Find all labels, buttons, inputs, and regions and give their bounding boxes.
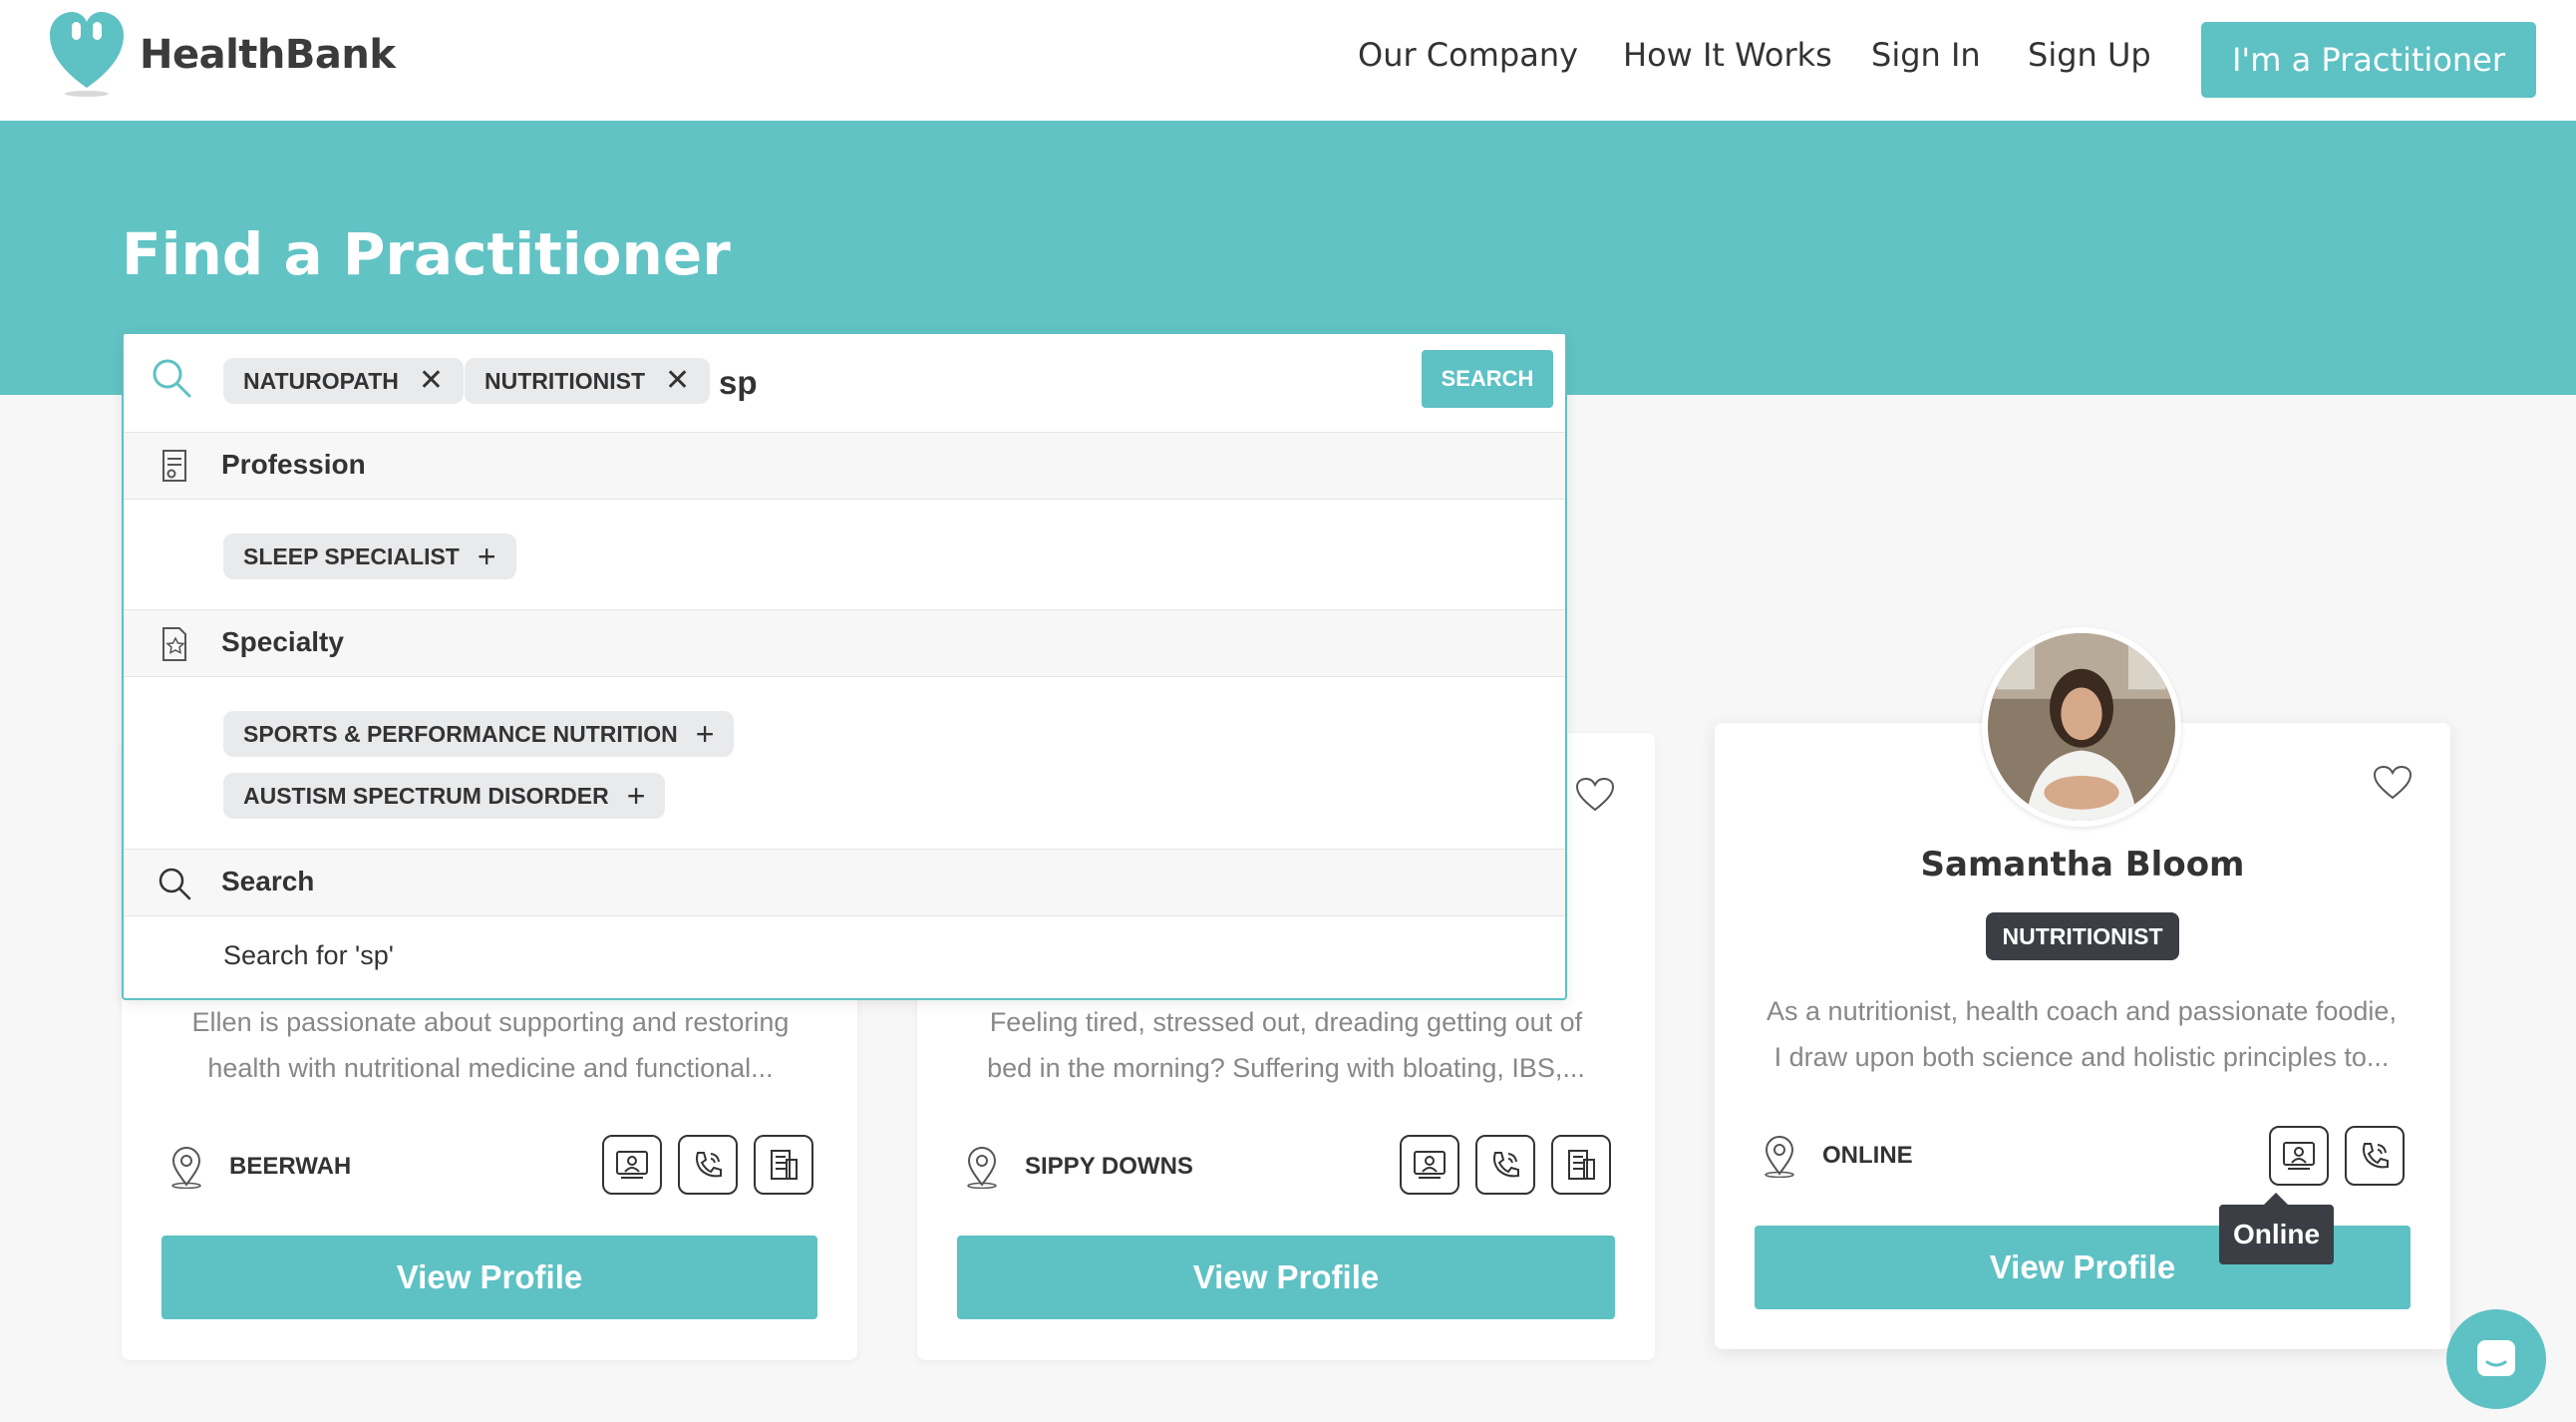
clinic-icon[interactable] (1551, 1135, 1611, 1195)
suggestion-austism-spectrum-disorder[interactable]: AUSTISM SPECTRUM DISORDER + (223, 773, 666, 819)
phone-icon[interactable] (1475, 1135, 1535, 1195)
description-line: As a nutritionist, health coach and pass… (1767, 996, 2397, 1026)
location-label: ONLINE (1822, 1142, 1913, 1169)
top-navigation-bar: HealthBank Our Company How It Works Sign… (0, 0, 2576, 121)
practitioner-location: SIPPY DOWNS (963, 1145, 1193, 1189)
suggestion-sleep-specialist[interactable]: SLEEP SPECIALIST + (223, 533, 516, 579)
description-line: Ellen is passionate about supporting and… (191, 1007, 790, 1037)
practitioner-avatar (1982, 627, 2181, 827)
add-icon: + (477, 538, 496, 574)
section-label: Profession (221, 449, 366, 480)
remove-chip-icon[interactable]: ✕ (665, 366, 690, 396)
suggestion-label: SLEEP SPECIALIST (243, 542, 460, 569)
practitioner-name[interactable]: Samantha Bloom (1715, 845, 2450, 885)
profession-badge: NUTRITIONIST (1986, 912, 2179, 960)
section-header-search: Search (124, 849, 1565, 916)
phone-icon[interactable] (2345, 1126, 2405, 1186)
nav-sign-up[interactable]: Sign Up (2028, 36, 2151, 74)
chat-button[interactable] (2446, 1309, 2546, 1409)
search-input[interactable]: sp (719, 364, 758, 402)
phone-icon[interactable] (678, 1135, 738, 1195)
filter-chip-naturopath: NATUROPATH ✕ (223, 358, 465, 404)
practitioner-location: ONLINE (1761, 1134, 1913, 1178)
practitioner-description: As a nutritionist, health coach and pass… (1753, 988, 2411, 1080)
description-line: Feeling tired, stressed out, dreading ge… (989, 1007, 1583, 1037)
brand-name: HealthBank (140, 32, 396, 78)
section-label: Search (221, 866, 315, 896)
description-line: I draw upon both science and holistic pr… (1773, 1042, 2390, 1072)
add-icon: + (695, 716, 715, 752)
location-pin-icon (967, 1147, 997, 1189)
search-icon (159, 868, 191, 900)
in-person-icon[interactable] (1400, 1135, 1459, 1195)
page-title: Find a Practitioner (122, 220, 731, 288)
filter-chip-nutritionist: NUTRITIONIST ✕ (465, 358, 711, 404)
in-person-icon[interactable] (602, 1135, 662, 1195)
chip-label: NUTRITIONIST (484, 367, 645, 394)
nav-our-company[interactable]: Our Company (1358, 36, 1578, 74)
online-icon[interactable] (2269, 1126, 2329, 1186)
certificate-icon (162, 450, 186, 482)
search-button[interactable]: SEARCH (1422, 350, 1553, 408)
location-label: BEERWAH (229, 1153, 352, 1180)
practitioner-location: BEERWAH (167, 1145, 351, 1189)
add-icon: + (626, 778, 646, 814)
favorite-heart-icon[interactable] (1575, 777, 1615, 813)
healthbank-logo[interactable]: HealthBank (48, 10, 396, 100)
practitioner-button[interactable]: I'm a Practitioner (2201, 22, 2536, 98)
practitioner-description: Ellen is passionate about supporting and… (161, 999, 819, 1091)
practitioner-description: Feeling tired, stressed out, dreading ge… (957, 999, 1615, 1091)
section-label: Specialty (221, 626, 344, 657)
nav-how-it-works[interactable]: How It Works (1623, 36, 1832, 74)
description-line: health with nutritional medicine and fun… (207, 1053, 774, 1083)
location-label: SIPPY DOWNS (1025, 1153, 1193, 1180)
suggestion-label: AUSTISM SPECTRUM DISORDER (243, 782, 609, 809)
search-for-option[interactable]: Search for 'sp' (223, 940, 394, 971)
nav-sign-in[interactable]: Sign In (1871, 36, 1981, 74)
location-pin-icon (171, 1147, 201, 1189)
description-line: bed in the morning? Suffering with bloat… (987, 1053, 1585, 1083)
favorite-heart-icon[interactable] (2373, 765, 2413, 801)
section-header-specialty: Specialty (124, 609, 1565, 677)
document-star-icon (162, 627, 186, 661)
suggestion-label: SPORTS & PERFORMANCE NUTRITION (243, 720, 678, 747)
heart-logo-icon (50, 12, 124, 97)
practitioner-card: Samantha Bloom NUTRITIONIST As a nutriti… (1715, 627, 2450, 1349)
remove-chip-icon[interactable]: ✕ (419, 366, 444, 396)
view-profile-button[interactable]: View Profile (957, 1236, 1615, 1319)
suggestion-sports-performance-nutrition[interactable]: SPORTS & PERFORMANCE NUTRITION + (223, 711, 735, 757)
online-tooltip: Online (2219, 1193, 2334, 1264)
clinic-icon[interactable] (754, 1135, 813, 1195)
chip-label: NATUROPATH (243, 367, 399, 394)
view-profile-button[interactable]: View Profile (161, 1236, 817, 1319)
section-header-profession: Profession (124, 432, 1565, 500)
search-icon (153, 359, 191, 398)
search-dropdown-panel: NATUROPATH ✕ NUTRITIONIST ✕ sp SEARCH Pr… (122, 332, 1567, 1000)
search-input-row[interactable]: NATUROPATH ✕ NUTRITIONIST ✕ sp SEARCH (124, 334, 1565, 432)
location-pin-icon (1765, 1136, 1794, 1178)
chat-icon (2477, 1340, 2515, 1376)
